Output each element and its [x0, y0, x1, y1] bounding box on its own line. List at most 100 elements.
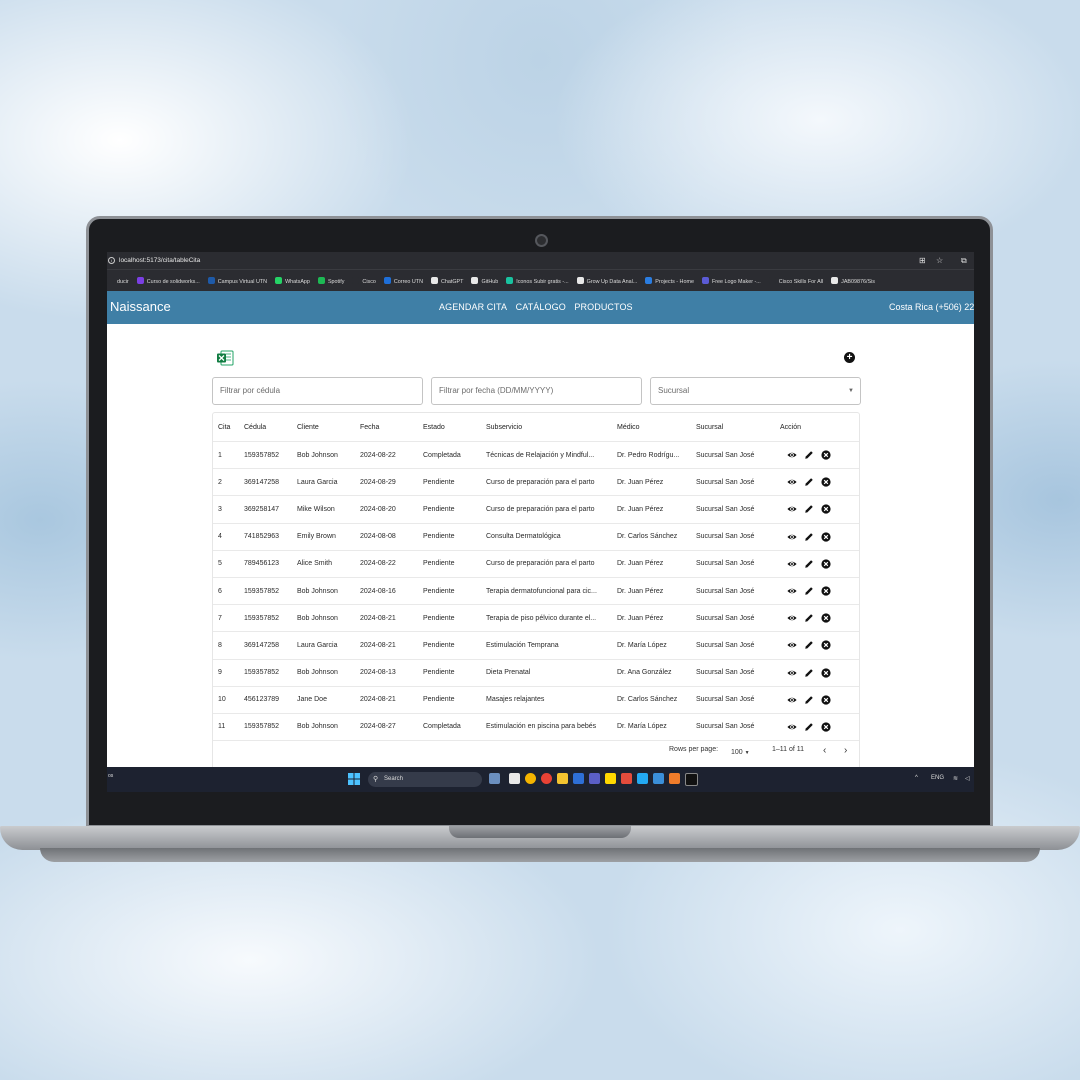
table-cell: Sucursal San José	[691, 659, 775, 687]
taskbar-search[interactable]: ⚲ Search	[368, 772, 482, 787]
nav-productos[interactable]: PRODUCTOS	[574, 302, 632, 312]
sucursal-select[interactable]: Sucursal ▼	[650, 377, 861, 405]
prev-page-icon[interactable]: ‹	[823, 745, 826, 756]
eye-icon[interactable]	[787, 504, 797, 514]
xampp-icon[interactable]	[669, 773, 680, 784]
bookmark-item[interactable]: WhatsApp	[275, 271, 310, 292]
file-explorer-icon[interactable]	[557, 773, 568, 784]
column-header[interactable]: Médico	[612, 413, 691, 442]
eye-icon[interactable]	[787, 586, 797, 596]
nav-agendar-cita[interactable]: AGENDAR CITA	[439, 302, 507, 312]
cancel-icon[interactable]	[821, 695, 831, 705]
bookmark-item[interactable]: Free Logo Maker -...	[701, 271, 761, 292]
column-header[interactable]: Cédula	[239, 413, 292, 442]
pencil-icon[interactable]	[804, 450, 814, 460]
bookmark-label: Free Logo Maker -...	[711, 279, 761, 285]
cancel-icon[interactable]	[821, 586, 831, 596]
bookmark-item[interactable]: Cisco Skills For All	[768, 271, 823, 292]
pencil-icon[interactable]	[804, 668, 814, 678]
pencil-icon[interactable]	[804, 722, 814, 732]
site-info-icon[interactable]: i	[108, 257, 115, 264]
cancel-icon[interactable]	[821, 722, 831, 732]
row-actions	[775, 713, 859, 742]
nav-catalogo[interactable]: CATÁLOGO	[516, 302, 566, 312]
teams-icon[interactable]	[589, 773, 600, 784]
excel-export-icon[interactable]	[216, 350, 234, 366]
cedula-filter-input[interactable]: Filtrar por cédula	[212, 377, 423, 405]
table-cell: 9	[213, 659, 239, 687]
wifi-icon[interactable]: ≋	[953, 775, 958, 782]
windows-start-icon[interactable]	[348, 773, 360, 785]
bookmark-item[interactable]: Cisco	[352, 271, 376, 292]
fecha-filter-input[interactable]: Filtrar por fecha (DD/MM/YYYY)	[431, 377, 642, 405]
bookmark-item[interactable]: Campus Virtual UTN	[207, 271, 267, 292]
column-header[interactable]: Sucursal	[691, 413, 775, 442]
chrome-icon[interactable]	[541, 773, 552, 784]
star-icon[interactable]: ☆	[936, 252, 943, 269]
cancel-icon[interactable]	[821, 450, 831, 460]
column-header[interactable]: Subservicio	[481, 413, 612, 442]
column-header[interactable]: Estado	[418, 413, 481, 442]
translate-icon[interactable]: ⊞	[919, 252, 926, 269]
app-icon[interactable]	[573, 773, 584, 784]
cancel-icon[interactable]	[821, 532, 831, 542]
bookmark-item[interactable]: ChatGPT	[430, 271, 463, 292]
address-bar[interactable]: i localhost:5173/cita/tableCita ⊞ ☆ ⧉	[107, 252, 974, 269]
eye-icon[interactable]	[787, 722, 797, 732]
chevron-up-icon[interactable]: ^	[915, 775, 918, 781]
vscode-icon[interactable]	[637, 773, 648, 784]
bookmark-item[interactable]: GitHub	[471, 271, 498, 292]
eye-icon[interactable]	[787, 695, 797, 705]
pencil-icon[interactable]	[804, 559, 814, 569]
pencil-icon[interactable]	[804, 586, 814, 596]
bookmark-item[interactable]: Spotify	[317, 271, 344, 292]
pencil-icon[interactable]	[804, 504, 814, 514]
bookmark-item[interactable]: Curso de solidworks...	[136, 271, 200, 292]
bookmark-item[interactable]: JAB09876/Sis	[831, 271, 875, 292]
language-indicator[interactable]: ENG	[931, 775, 944, 781]
sticky-notes-icon[interactable]	[605, 773, 616, 784]
pencil-icon[interactable]	[804, 532, 814, 542]
column-header[interactable]: Cliente	[292, 413, 355, 442]
pencil-icon[interactable]	[804, 695, 814, 705]
pencil-icon[interactable]	[804, 477, 814, 487]
pencil-icon[interactable]	[804, 613, 814, 623]
table-cell: Bob Johnson	[292, 713, 355, 742]
eye-icon[interactable]	[787, 559, 797, 569]
url-text[interactable]: localhost:5173/cita/tableCita	[119, 252, 200, 269]
cancel-icon[interactable]	[821, 668, 831, 678]
table-cell: Pendiente	[418, 604, 481, 633]
rows-per-page-select[interactable]: 100 ▼	[731, 749, 750, 756]
cancel-icon[interactable]	[821, 613, 831, 623]
cancel-icon[interactable]	[821, 477, 831, 487]
app-icon[interactable]	[653, 773, 664, 784]
bookmark-item[interactable]: ducir	[107, 271, 129, 292]
bookmark-item[interactable]: Iconos Subir gratis -...	[506, 271, 569, 292]
task-view-icon[interactable]	[509, 773, 520, 784]
eye-icon[interactable]	[787, 477, 797, 487]
volume-icon[interactable]: ◁	[965, 775, 970, 782]
widgets-icon[interactable]	[489, 773, 500, 784]
column-header[interactable]: Acción	[775, 413, 859, 442]
pencil-icon[interactable]	[804, 640, 814, 650]
add-cita-icon[interactable]: +	[844, 352, 855, 363]
extensions-icon[interactable]: ⧉	[961, 252, 967, 269]
eye-icon[interactable]	[787, 668, 797, 678]
bookmark-item[interactable]: Correo UTN	[383, 271, 423, 292]
cancel-icon[interactable]	[821, 559, 831, 569]
bookmark-item[interactable]: Projects - Home	[645, 271, 694, 292]
copilot-icon[interactable]	[525, 773, 536, 784]
cancel-icon[interactable]	[821, 640, 831, 650]
app-icon[interactable]	[621, 773, 632, 784]
eye-icon[interactable]	[787, 640, 797, 650]
eye-icon[interactable]	[787, 450, 797, 460]
eye-icon[interactable]	[787, 613, 797, 623]
bookmark-item[interactable]: Grow Up Data Anal...	[576, 271, 637, 292]
brand-logo[interactable]: Naissance	[110, 299, 171, 314]
column-header[interactable]: Cita	[213, 413, 239, 442]
cancel-icon[interactable]	[821, 504, 831, 515]
terminal-icon[interactable]	[685, 773, 698, 786]
eye-icon[interactable]	[787, 532, 797, 542]
column-header[interactable]: Fecha	[355, 413, 418, 442]
next-page-icon[interactable]: ›	[844, 745, 847, 756]
